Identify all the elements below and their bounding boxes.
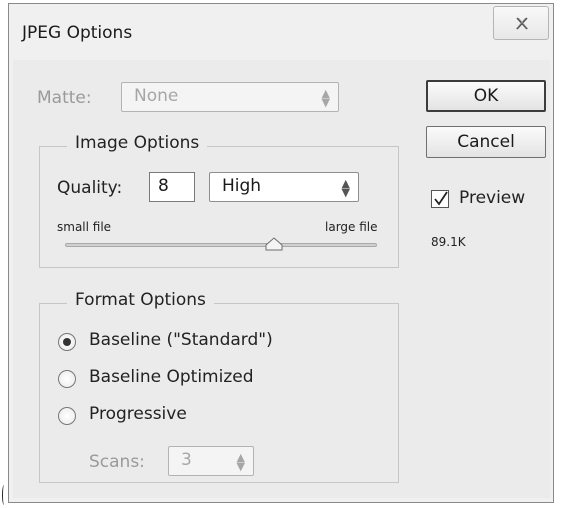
quality-value: 8 — [158, 176, 169, 196]
window-title: JPEG Options — [22, 23, 133, 43]
slider-thumb-icon — [265, 237, 283, 251]
format-options-title: Format Options — [67, 290, 214, 310]
matte-value: None — [134, 86, 179, 106]
radio-selected-dot — [63, 338, 71, 346]
close-icon — [515, 17, 529, 30]
radio-label-baseline-standard[interactable]: Baseline ("Standard") — [89, 330, 273, 350]
select-arrows-icon: ▲ ▼ — [341, 177, 350, 199]
scans-value: 3 — [181, 450, 192, 470]
slider-min-label: small file — [57, 220, 112, 234]
quality-slider-thumb[interactable] — [265, 236, 283, 251]
title-bar[interactable]: JPEG Options — [9, 4, 553, 58]
quality-preset-select[interactable]: High ▲ ▼ — [209, 172, 359, 202]
preview-label[interactable]: Preview — [459, 188, 525, 208]
radio-label-progressive[interactable]: Progressive — [89, 404, 187, 424]
matte-select[interactable]: None ▲ ▼ — [121, 82, 339, 112]
radio-progressive[interactable] — [58, 407, 76, 425]
close-button[interactable] — [493, 6, 549, 40]
quality-input[interactable]: 8 — [149, 172, 195, 202]
image-options-title: Image Options — [67, 133, 208, 153]
radio-baseline-optimized[interactable] — [58, 370, 76, 388]
scans-label: Scans: — [89, 452, 145, 472]
scans-select[interactable]: 3 ▲ ▼ — [168, 446, 254, 476]
matte-label: Matte: — [37, 88, 92, 108]
select-arrows-icon: ▲ ▼ — [321, 87, 330, 109]
cancel-button[interactable]: Cancel — [426, 126, 546, 158]
image-options-group — [39, 146, 399, 268]
quality-slider-track[interactable] — [65, 243, 377, 247]
preview-file-size: 89.1K — [431, 235, 466, 249]
select-arrows-icon: ▲ ▼ — [236, 451, 245, 473]
edge-artifact — [2, 485, 6, 505]
quality-label: Quality: — [57, 178, 123, 198]
jpeg-options-dialog: JPEG Options Matte: None ▲ ▼ Image Option… — [8, 3, 554, 503]
preview-checkbox[interactable] — [431, 190, 449, 208]
slider-max-label: large file — [325, 220, 378, 234]
checkmark-icon — [434, 191, 448, 206]
radio-baseline-standard[interactable] — [58, 333, 76, 351]
dialog-client-area: Matte: None ▲ ▼ Image Options Quality: 8 … — [13, 60, 550, 498]
ok-button[interactable]: OK — [426, 80, 546, 112]
radio-label-baseline-optimized[interactable]: Baseline Optimized — [89, 367, 254, 387]
quality-preset-value: High — [222, 176, 262, 196]
